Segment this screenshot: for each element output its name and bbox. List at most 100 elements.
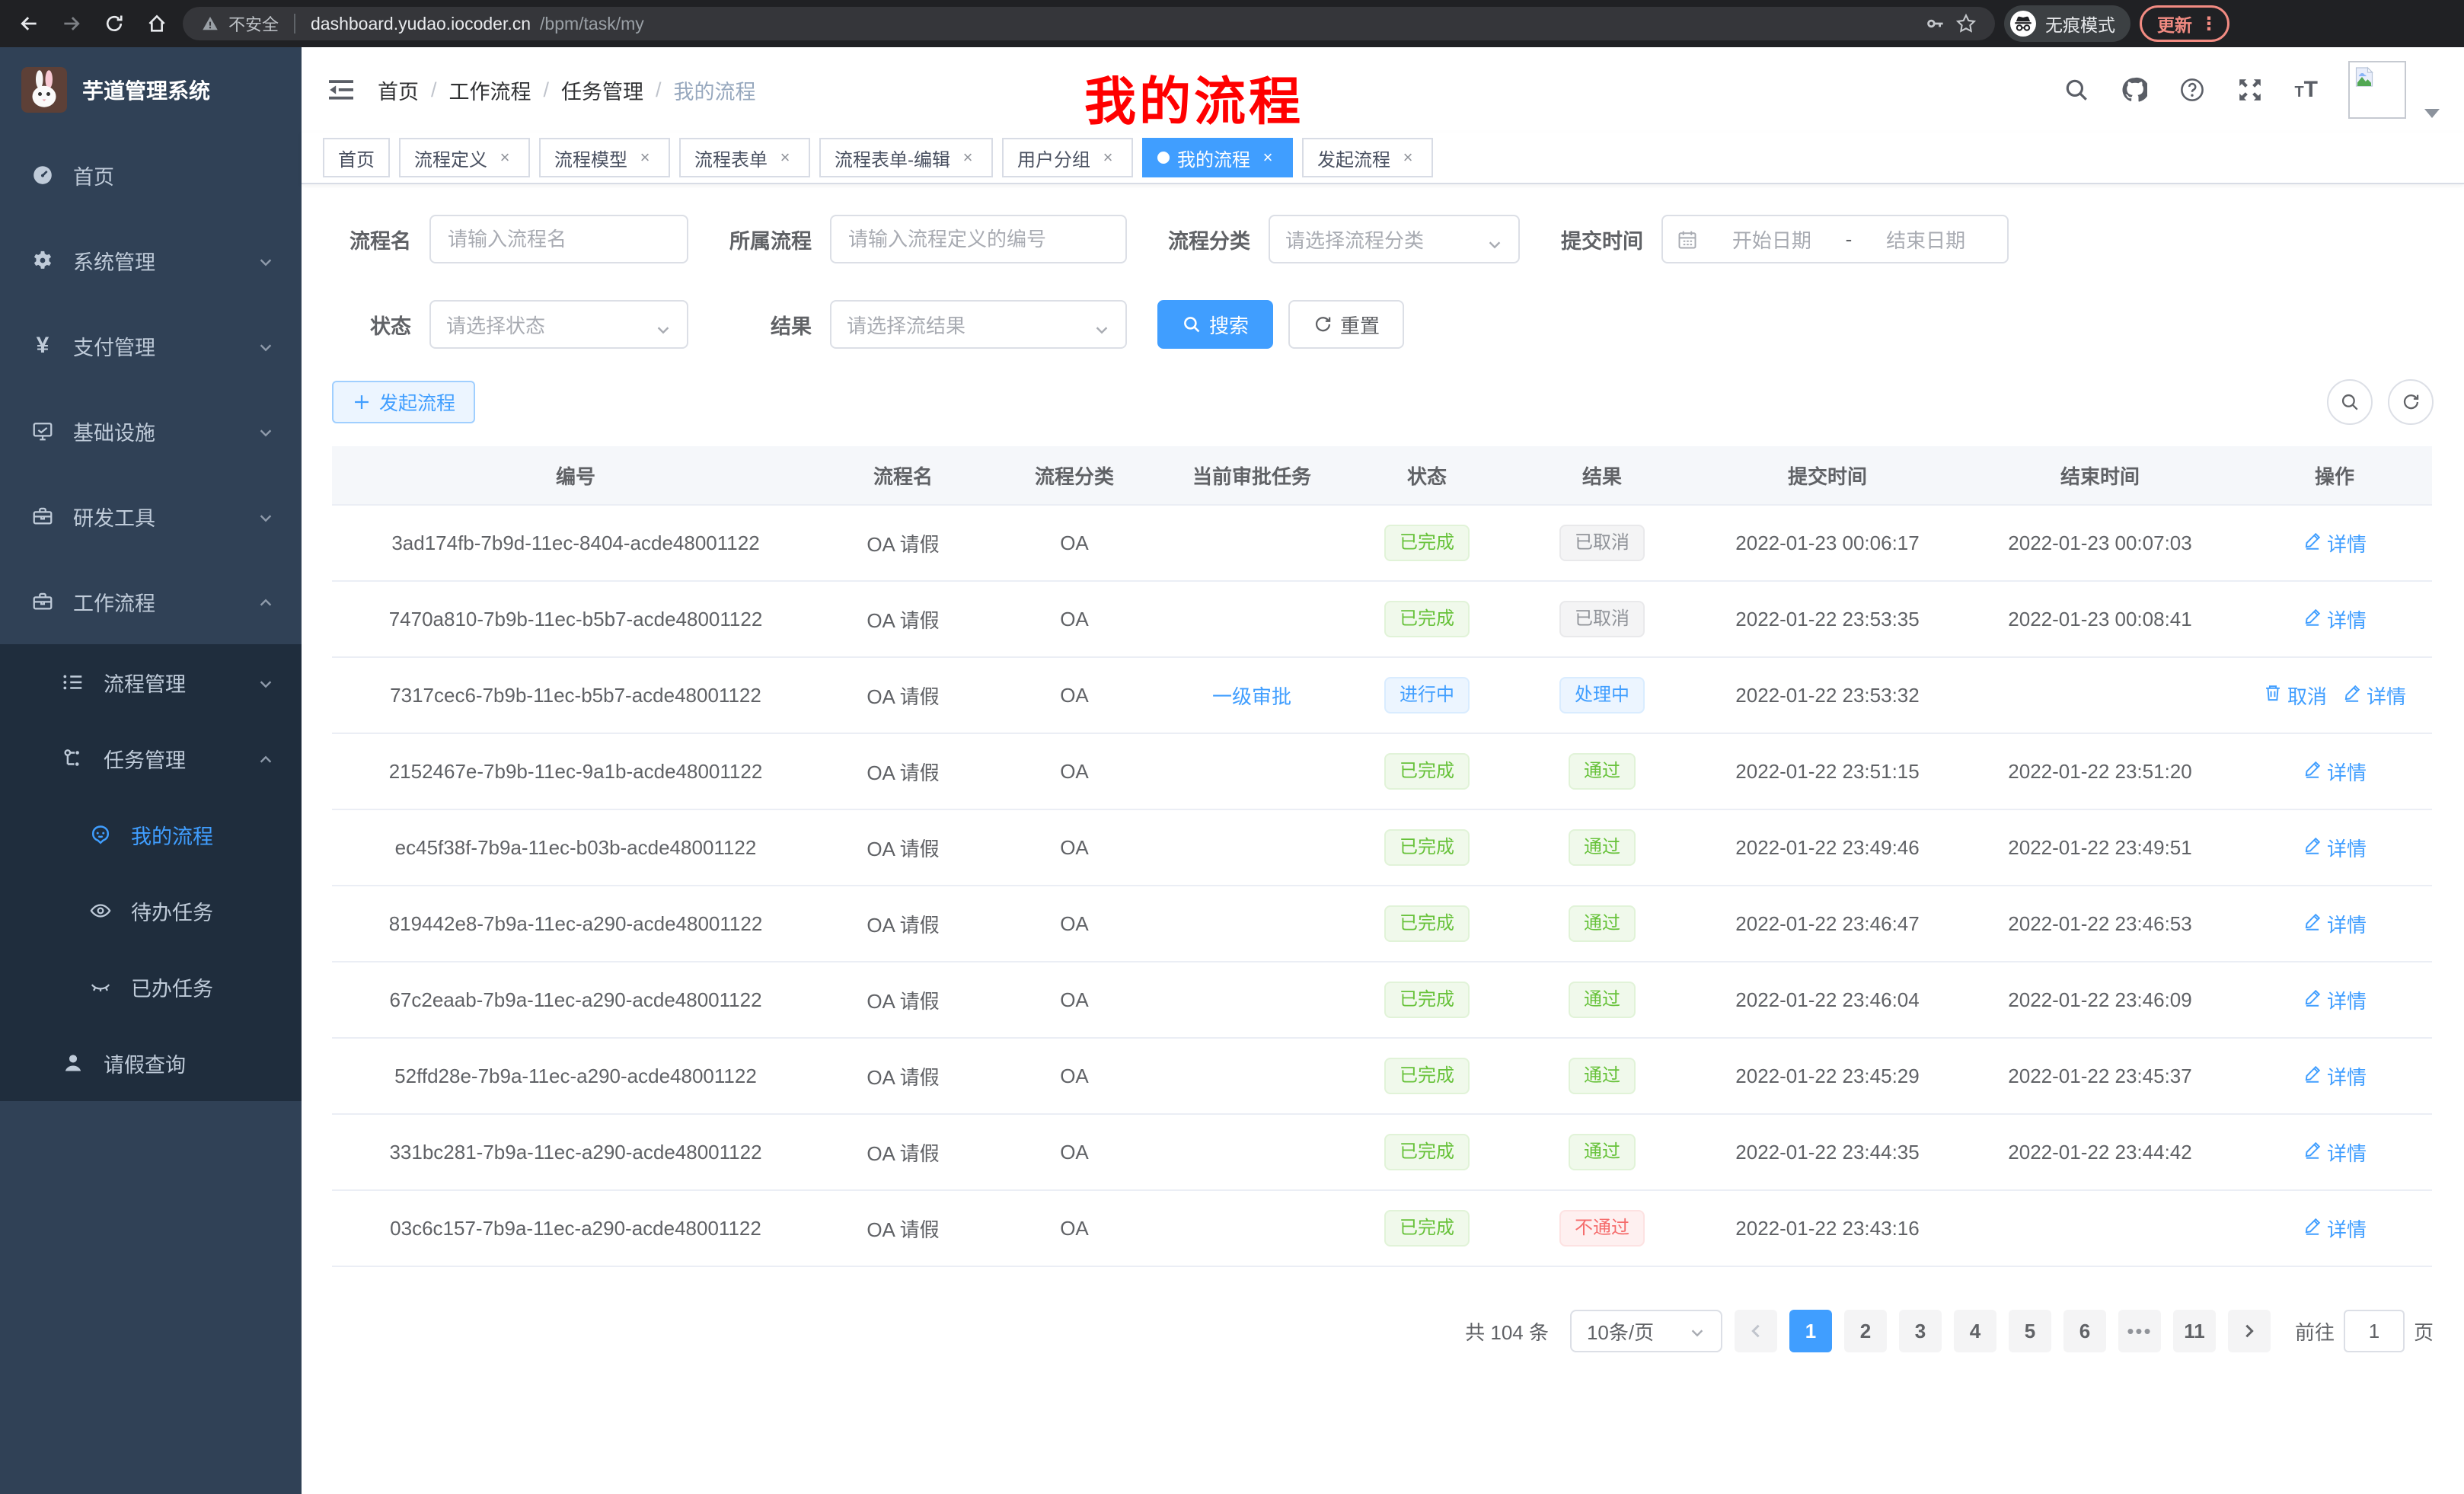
- sidebar-item-基础设施[interactable]: 基础设施: [0, 388, 302, 474]
- sidebar: 芋道管理系统 首页系统管理¥支付管理基础设施研发工具工作流程流程管理任务管理我的…: [0, 47, 302, 1494]
- sidebar-item-系统管理[interactable]: 系统管理: [0, 218, 302, 303]
- close-tab-icon[interactable]: ×: [958, 148, 978, 168]
- detail-action-link[interactable]: 详情: [2303, 758, 2367, 786]
- start-date-placeholder[interactable]: 开始日期: [1704, 225, 1840, 254]
- detail-action-link[interactable]: 详情: [2303, 1215, 2367, 1243]
- sidebar-item-已办任务[interactable]: 已办任务: [0, 949, 302, 1025]
- close-tab-icon[interactable]: ×: [495, 148, 515, 168]
- tab-流程模型[interactable]: 流程模型×: [539, 138, 670, 177]
- star-icon[interactable]: [1955, 13, 1977, 34]
- close-tab-icon[interactable]: ×: [1398, 148, 1418, 168]
- sidebar-item-我的流程[interactable]: 我的流程: [0, 796, 302, 873]
- task-link[interactable]: 一级审批: [1212, 682, 1291, 710]
- close-tab-icon[interactable]: ×: [1098, 148, 1118, 168]
- tab-流程表单[interactable]: 流程表单 ×: [679, 138, 810, 177]
- cell-result: 通过: [1512, 810, 1692, 885]
- next-page-button[interactable]: [2228, 1310, 2271, 1352]
- process-filter-input[interactable]: [830, 215, 1127, 263]
- detail-action-link[interactable]: 详情: [2303, 605, 2367, 634]
- sidebar-item-任务管理[interactable]: 任务管理: [0, 720, 302, 796]
- result-filter-label: 结果: [726, 310, 812, 340]
- sidebar-item-待办任务[interactable]: 待办任务: [0, 873, 302, 949]
- status-select[interactable]: 请选择状态: [429, 300, 688, 349]
- sidebar-item-研发工具[interactable]: 研发工具: [0, 474, 302, 559]
- sidebar-item-首页[interactable]: 首页: [0, 132, 302, 218]
- page-size-select[interactable]: 10条/页: [1570, 1310, 1722, 1352]
- fullscreen-icon[interactable]: [2236, 76, 2264, 104]
- create-process-button[interactable]: 发起流程: [332, 381, 475, 423]
- page-button-3[interactable]: 3: [1899, 1310, 1942, 1352]
- page-button-11[interactable]: 11: [2173, 1310, 2216, 1352]
- forward-icon[interactable]: [55, 7, 88, 40]
- gear-icon: [30, 248, 55, 273]
- close-tab-icon[interactable]: ×: [775, 148, 795, 168]
- page-button-2[interactable]: 2: [1844, 1310, 1887, 1352]
- name-filter-input[interactable]: [429, 215, 688, 263]
- detail-action-link[interactable]: 详情: [2303, 834, 2367, 862]
- home-icon[interactable]: [140, 7, 174, 40]
- reload-icon[interactable]: [97, 7, 131, 40]
- toolbox-icon: [30, 504, 55, 528]
- submit-time-range-picker[interactable]: 开始日期 - 结束日期: [1661, 215, 2009, 263]
- refresh-button[interactable]: [2388, 379, 2434, 425]
- result-select[interactable]: 请选择流结果: [830, 300, 1127, 349]
- tab-流程定义[interactable]: 流程定义×: [399, 138, 530, 177]
- category-select[interactable]: 请选择流程分类: [1269, 215, 1520, 263]
- prev-page-button[interactable]: [1735, 1310, 1777, 1352]
- detail-action-link[interactable]: 详情: [2342, 682, 2406, 710]
- status-tag: 已完成: [1384, 601, 1470, 637]
- sidebar-item-流程管理[interactable]: 流程管理: [0, 644, 302, 720]
- detail-action-link[interactable]: 详情: [2303, 910, 2367, 938]
- page-button-4[interactable]: 4: [1954, 1310, 1996, 1352]
- tab-首页[interactable]: 首页: [323, 138, 390, 177]
- tab-用户分组[interactable]: 用户分组×: [1002, 138, 1133, 177]
- page-button-6[interactable]: 6: [2063, 1310, 2106, 1352]
- end-date-placeholder[interactable]: 结束日期: [1858, 225, 1993, 254]
- avatar[interactable]: [2348, 61, 2406, 119]
- search-button[interactable]: 搜索: [1157, 300, 1273, 349]
- search-icon[interactable]: [2063, 76, 2090, 104]
- page-button-1[interactable]: 1: [1789, 1310, 1832, 1352]
- tab-流程表单-编辑[interactable]: 流程表单-编辑×: [819, 138, 993, 177]
- caret-down-icon[interactable]: [2424, 96, 2440, 105]
- sidebar-item-工作流程[interactable]: 工作流程: [0, 559, 302, 644]
- detail-action-link[interactable]: 详情: [2303, 1138, 2367, 1167]
- breadcrumb-item[interactable]: 任务管理: [561, 75, 643, 105]
- goto-page-input[interactable]: [2344, 1310, 2405, 1352]
- url-divider: [294, 14, 295, 34]
- pagination: 共 104 条 10条/页 123456•••11 前往 页: [332, 1310, 2434, 1398]
- cell-result: 不通过: [1512, 1191, 1692, 1266]
- more-pages-icon[interactable]: •••: [2118, 1310, 2161, 1352]
- tab-我的流程[interactable]: 我的流程×: [1142, 138, 1293, 177]
- cell-submit-time: 2022-01-22 23:44:35: [1692, 1115, 1963, 1189]
- tab-label: 流程表单: [694, 145, 768, 171]
- close-tab-icon[interactable]: ×: [1258, 148, 1278, 168]
- toggle-search-button[interactable]: [2327, 379, 2373, 425]
- detail-action-link[interactable]: 详情: [2303, 986, 2367, 1014]
- detail-action-link[interactable]: 详情: [2303, 529, 2367, 557]
- app-logo[interactable]: 芋道管理系统: [0, 47, 302, 132]
- browser-menu-icon[interactable]: ⋮: [2200, 13, 2218, 35]
- key-icon[interactable]: [1925, 13, 1946, 34]
- back-icon[interactable]: [12, 7, 46, 40]
- update-button[interactable]: 更新 ⋮: [2140, 5, 2229, 42]
- tab-发起流程[interactable]: 发起流程×: [1302, 138, 1433, 177]
- cell-submit-time: 2022-01-22 23:53:32: [1692, 658, 1963, 733]
- cell-actions: 详情: [2237, 810, 2432, 885]
- reset-button[interactable]: 重置: [1288, 300, 1404, 349]
- fold-menu-icon[interactable]: [326, 75, 356, 105]
- breadcrumb-item[interactable]: 工作流程: [449, 75, 531, 105]
- breadcrumb-item[interactable]: 首页: [378, 75, 419, 105]
- chevron-down-icon: [257, 508, 274, 525]
- cancel-action-link[interactable]: 取消: [2263, 682, 2327, 710]
- sidebar-item-支付管理[interactable]: ¥支付管理: [0, 303, 302, 388]
- detail-action-link[interactable]: 详情: [2303, 1062, 2367, 1090]
- close-tab-icon[interactable]: ×: [635, 148, 655, 168]
- tabs-bar: 首页流程定义×流程模型×流程表单×流程表单-编辑×用户分组×我的流程×发起流程×: [302, 132, 2464, 184]
- font-size-icon[interactable]: TT: [2294, 78, 2318, 101]
- sidebar-item-请假查询[interactable]: 请假查询: [0, 1025, 302, 1101]
- page-button-5[interactable]: 5: [2009, 1310, 2051, 1352]
- github-icon[interactable]: [2121, 76, 2148, 104]
- url-bar[interactable]: 不安全 dashboard.yudao.iocoder.cn/bpm/task/…: [183, 7, 1995, 40]
- help-icon[interactable]: [2178, 76, 2206, 104]
